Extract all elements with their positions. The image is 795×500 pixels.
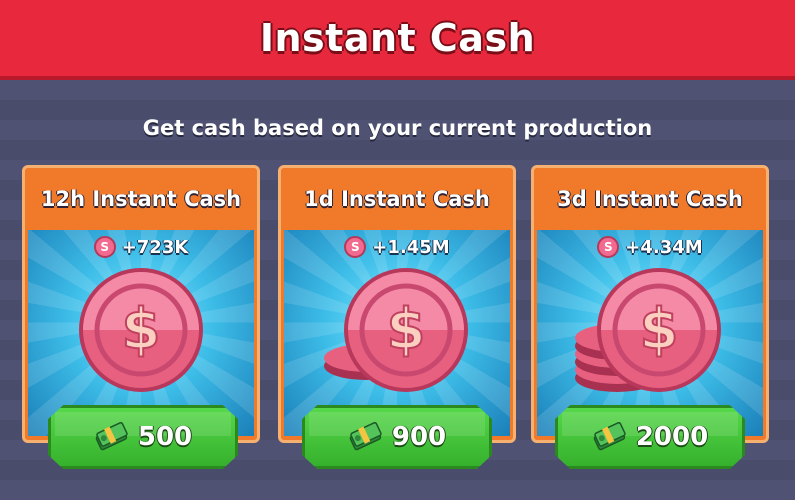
svg-text:$: $: [640, 297, 679, 362]
offer-card-1d: 1d Instant Cash $ S +1.45M: [278, 165, 516, 443]
subtitle: Get cash based on your current productio…: [142, 116, 653, 140]
reward-amount: +723K: [121, 236, 189, 258]
price-label: 2000: [635, 422, 709, 452]
buy-button-1d[interactable]: 900: [302, 405, 492, 469]
buy-button-12h[interactable]: 500: [48, 405, 238, 469]
reward-amount: +4.34M: [625, 236, 703, 258]
cash-bundle-icon: [349, 422, 382, 451]
offer-title: 12h Instant Cash: [40, 187, 242, 211]
reward-row: S +1.45M: [284, 236, 510, 258]
reward-amount: +1.45M: [372, 236, 450, 258]
price-label: 500: [137, 422, 193, 452]
cash-bundle-icon: [95, 422, 128, 451]
pink-coin-icon: S: [597, 236, 620, 258]
offer-title: 3d Instant Cash: [557, 187, 743, 211]
reward-row: S +4.34M: [537, 236, 763, 258]
cash-bundle-icon: [593, 422, 626, 451]
pink-coin-icon: S: [344, 236, 367, 258]
svg-text:$: $: [122, 297, 161, 362]
buy-button-3d[interactable]: 2000: [555, 405, 745, 469]
price-label: 900: [391, 422, 447, 452]
header-bar: Instant Cash: [0, 0, 795, 80]
svg-text:$: $: [387, 297, 426, 362]
offer-card-3d: 3d Instant Cash $ S +4.34M: [531, 165, 769, 443]
page-title: Instant Cash: [259, 16, 536, 60]
offer-card-12h: 12h Instant Cash $ S +723K: [22, 165, 260, 443]
pink-coin-icon: S: [93, 236, 116, 258]
offer-title: 1d Instant Cash: [304, 187, 490, 211]
reward-row: S +723K: [28, 236, 254, 258]
